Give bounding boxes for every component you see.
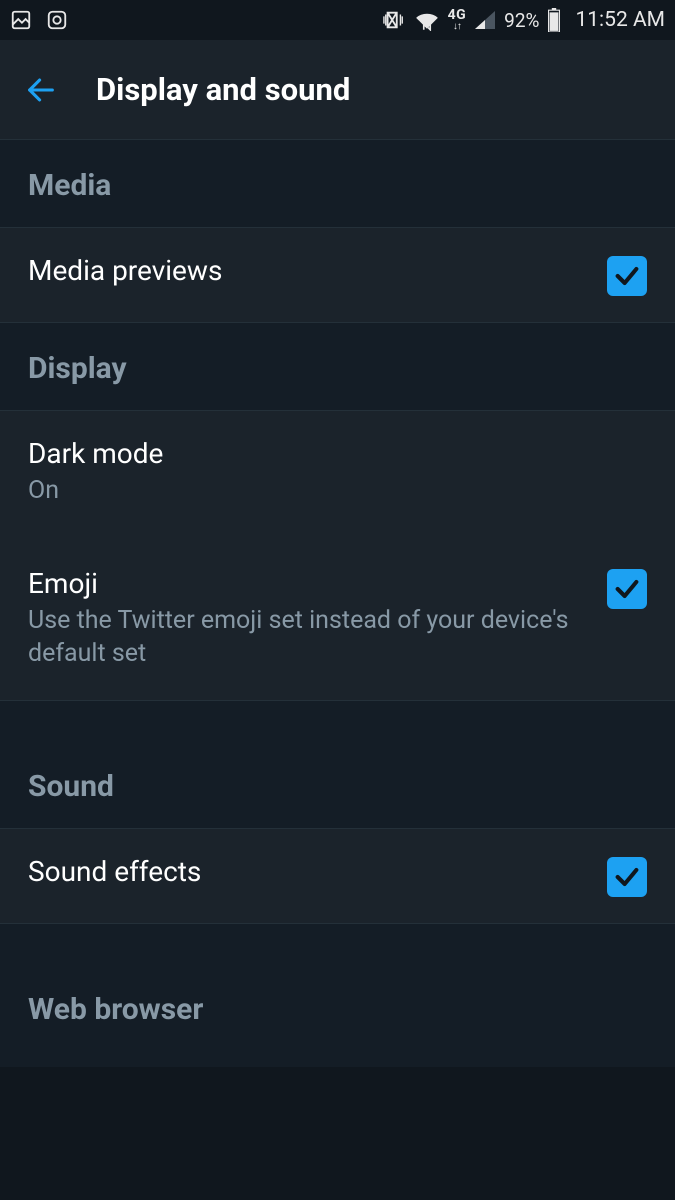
setting-dark-mode[interactable]: Dark mode On — [0, 411, 675, 533]
network-4g-icon: 4G ↓↑ — [448, 8, 467, 32]
dark-mode-value: On — [28, 474, 647, 507]
battery-icon — [547, 8, 561, 32]
sound-effects-label: Sound effects — [28, 855, 587, 888]
section-header-sound-text: Sound — [28, 769, 647, 804]
section-header-media: Media — [0, 140, 675, 228]
battery-percent: 92% — [504, 9, 539, 32]
wifi-icon — [414, 9, 440, 31]
checkmark-icon — [613, 262, 641, 290]
camera-icon — [46, 9, 68, 31]
app-bar: Display and sound — [0, 40, 675, 140]
arrow-left-icon — [24, 73, 58, 107]
clock-text: 11:52 AM — [575, 8, 665, 32]
dark-mode-label: Dark mode — [28, 437, 647, 470]
section-header-display: Display — [0, 323, 675, 411]
back-button[interactable] — [20, 69, 62, 111]
emoji-description: Use the Twitter emoji set instead of you… — [28, 604, 587, 670]
setting-media-previews[interactable]: Media previews — [0, 228, 675, 323]
section-header-media-text: Media — [28, 168, 647, 203]
emoji-label: Emoji — [28, 567, 587, 600]
section-header-web-text: Web browser — [28, 992, 647, 1027]
section-header-sound: Sound — [0, 741, 675, 829]
status-right: 4G ↓↑ 92% 11:52 AM — [382, 8, 665, 32]
status-bar: 4G ↓↑ 92% 11:52 AM — [0, 0, 675, 40]
setting-emoji[interactable]: Emoji Use the Twitter emoji set instead … — [0, 533, 675, 701]
spacer — [0, 701, 675, 741]
checkmark-icon — [613, 863, 641, 891]
media-previews-checkbox[interactable] — [607, 256, 647, 296]
checkmark-icon — [613, 575, 641, 603]
section-header-display-text: Display — [28, 351, 647, 386]
status-left — [10, 9, 68, 31]
signal-icon — [474, 10, 496, 30]
page-title: Display and sound — [96, 71, 350, 108]
spacer — [0, 924, 675, 964]
emoji-checkbox[interactable] — [607, 569, 647, 609]
media-previews-label: Media previews — [28, 254, 587, 287]
image-icon — [10, 9, 32, 31]
setting-sound-effects[interactable]: Sound effects — [0, 829, 675, 924]
sound-effects-checkbox[interactable] — [607, 857, 647, 897]
section-header-web: Web browser — [0, 964, 675, 1067]
vibrate-icon — [382, 9, 406, 31]
